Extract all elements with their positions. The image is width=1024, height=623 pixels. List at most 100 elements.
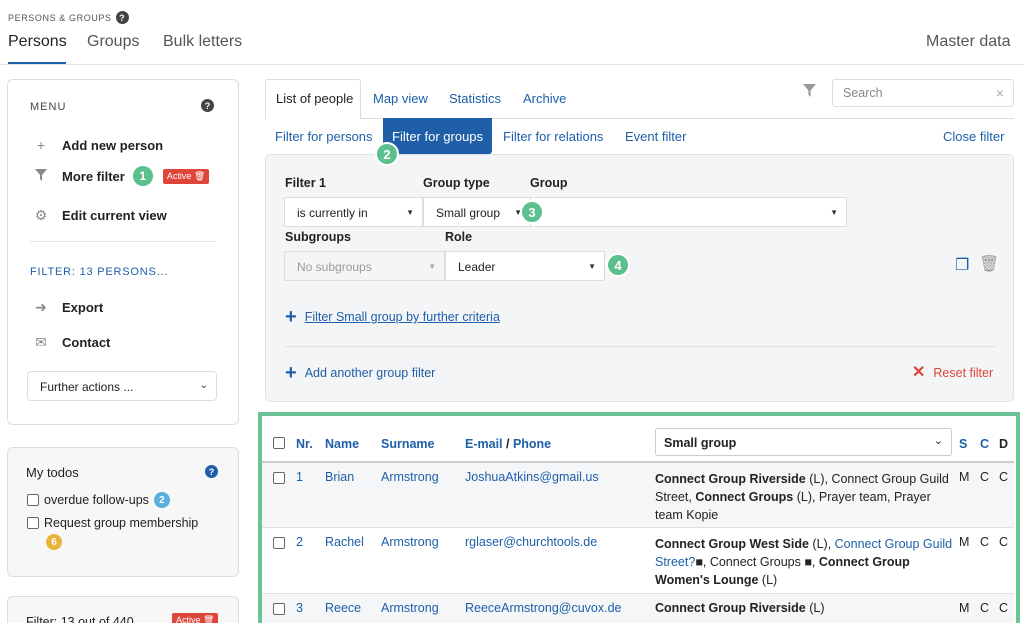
header-divider: [0, 64, 1024, 65]
further-criteria-link[interactable]: + Filter Small group by further criteria: [285, 307, 500, 327]
contact-button[interactable]: ✉ Contact: [34, 334, 110, 351]
trash-icon[interactable]: 🗑: [203, 615, 214, 623]
row-groups: Connect Group West Side (L) , Connect Gro…: [655, 536, 953, 587]
group-column-select[interactable]: Small group ⌄: [655, 428, 952, 456]
row-checkbox[interactable]: [273, 536, 285, 549]
role-select[interactable]: Leader ▼: [445, 251, 605, 281]
menu-help-icon[interactable]: ?: [201, 99, 214, 112]
further-actions-select[interactable]: Further actions ... ⌄: [27, 371, 217, 401]
row-name[interactable]: Reece: [325, 593, 381, 623]
annotation-badge-3: 3: [520, 200, 544, 224]
add-group-filter-button[interactable]: + Add another group filter: [285, 363, 435, 383]
group-sep: (L): [805, 600, 825, 615]
search-placeholder: Search: [843, 86, 883, 100]
row-c: C: [980, 534, 990, 549]
row-checkbox[interactable]: [273, 602, 285, 615]
col-nr-header[interactable]: Nr.: [296, 416, 325, 462]
col-s-header[interactable]: S: [959, 416, 980, 462]
table-row[interactable]: 3 Reece Armstrong ReeceArmstrong@cuvox.d…: [262, 593, 1014, 623]
row-email[interactable]: rglaser@churchtools.de: [465, 527, 655, 593]
filter-condition-select[interactable]: is currently in ▼: [284, 197, 423, 227]
col-email-header[interactable]: E-mail: [465, 437, 503, 451]
event-filter-link[interactable]: Event filter: [625, 129, 686, 144]
tab-persons[interactable]: Persons: [8, 33, 67, 51]
todo-label: Request group membership: [44, 516, 199, 530]
col-name-header[interactable]: Name: [325, 416, 381, 462]
tab-groups[interactable]: Groups: [87, 33, 139, 51]
copy-icon[interactable]: ❐: [955, 255, 969, 275]
row-surname[interactable]: Armstrong: [381, 462, 465, 527]
group-link[interactable]: Connect Groups: [695, 490, 793, 504]
filter-summary-active-badge: Active 🗑: [172, 613, 219, 623]
row-surname[interactable]: Armstrong: [381, 593, 465, 623]
help-icon[interactable]: ?: [115, 11, 129, 24]
edit-current-view-button[interactable]: ⚙ Edit current view: [34, 207, 167, 224]
row-checkbox[interactable]: [273, 472, 285, 484]
filter-condition-value: is currently in: [297, 206, 368, 220]
export-icon: ➜: [35, 299, 47, 315]
clear-search-icon[interactable]: ×: [996, 85, 1004, 101]
group-link[interactable]: Connect Group Riverside: [655, 601, 806, 615]
col-c-header[interactable]: C: [980, 416, 999, 462]
results-table-frame: Nr. Name Surname E-mail / Phone Small gr…: [258, 412, 1020, 623]
export-button[interactable]: ➜ Export: [34, 299, 103, 316]
trash-icon[interactable]: 🗑: [979, 254, 999, 274]
select-all-checkbox[interactable]: [273, 437, 285, 449]
tab-statistics[interactable]: Statistics: [449, 91, 501, 106]
caret-down-icon: ▼: [406, 208, 414, 217]
menu-title: MENU: [30, 101, 67, 113]
close-filter-link[interactable]: Close filter: [943, 129, 1004, 144]
more-filter-button[interactable]: More filter 1 Active 🗑: [34, 166, 210, 186]
annotation-badge-2: 2: [375, 142, 399, 166]
role-label: Role: [445, 230, 473, 244]
filter-for-persons-link[interactable]: Filter for persons: [275, 129, 373, 144]
tab-map-view[interactable]: Map view: [373, 91, 428, 106]
chat-icon[interactable]: ■: [695, 555, 703, 569]
filter-icon: [34, 168, 48, 184]
col-phone-header[interactable]: Phone: [513, 437, 551, 451]
further-criteria-label: Filter Small group by further criteria: [304, 310, 500, 324]
todos-help-icon[interactable]: ?: [205, 465, 218, 478]
group-link[interactable]: Connect Group Riverside: [655, 472, 806, 486]
row-name[interactable]: Brian: [325, 462, 381, 527]
reset-filter-button[interactable]: ✕ Reset filter: [912, 365, 993, 381]
breadcrumb-text: PERSONS & GROUPS: [8, 12, 112, 23]
subgroups-select[interactable]: No subgroups ▼: [284, 251, 445, 281]
trash-icon[interactable]: 🗑: [194, 171, 205, 181]
master-data-link[interactable]: Master data: [926, 33, 1010, 51]
row-name[interactable]: Rachel: [325, 527, 381, 593]
table-row[interactable]: 2 Rachel Armstrong rglaser@churchtools.d…: [262, 527, 1014, 593]
chevron-down-icon: ⌄: [933, 435, 943, 447]
contact-label: Contact: [62, 335, 111, 350]
tab-bulk-letters[interactable]: Bulk letters: [163, 33, 242, 51]
row-email[interactable]: ReeceArmstrong@cuvox.de: [465, 593, 655, 623]
filter-toggle-icon[interactable]: [803, 84, 816, 100]
row-email[interactable]: JoshuaAtkins@gmail.us: [465, 462, 655, 527]
todo-checkbox[interactable]: [27, 517, 39, 529]
group-type-select[interactable]: Small group ▼: [423, 197, 531, 227]
col-d-header[interactable]: D: [999, 416, 1014, 462]
annotation-badge-4: 4: [606, 253, 630, 277]
group-link[interactable]: Connect Group West Side: [655, 537, 809, 551]
search-input[interactable]: Search ×: [832, 79, 1014, 107]
todo-item[interactable]: Request group membership: [27, 516, 198, 530]
subgroups-label: Subgroups: [285, 230, 351, 244]
row-surname[interactable]: Armstrong: [381, 527, 465, 593]
caret-down-icon: ▼: [830, 208, 838, 217]
add-new-person-button[interactable]: + Add new person: [34, 137, 163, 153]
group-sep: (L),: [805, 472, 832, 486]
table-header-row: Nr. Name Surname E-mail / Phone Small gr…: [262, 416, 1014, 462]
tab-archive[interactable]: Archive: [523, 91, 566, 106]
todo-item[interactable]: overdue follow-ups 2: [27, 492, 170, 508]
group-select[interactable]: ▼: [530, 197, 847, 227]
table-row[interactable]: 1 Brian Armstrong JoshuaAtkins@gmail.us …: [262, 462, 1014, 527]
row-nr[interactable]: 1: [296, 462, 325, 527]
filter-for-relations-link[interactable]: Filter for relations: [503, 129, 603, 144]
chat-icon[interactable]: ■: [804, 555, 812, 569]
row-nr[interactable]: 3: [296, 593, 325, 623]
row-nr[interactable]: 2: [296, 527, 325, 593]
col-surname-header[interactable]: Surname: [381, 416, 465, 462]
role-value: Leader: [458, 260, 496, 274]
add-new-person-label: Add new person: [62, 137, 164, 153]
todo-checkbox[interactable]: [27, 494, 39, 506]
